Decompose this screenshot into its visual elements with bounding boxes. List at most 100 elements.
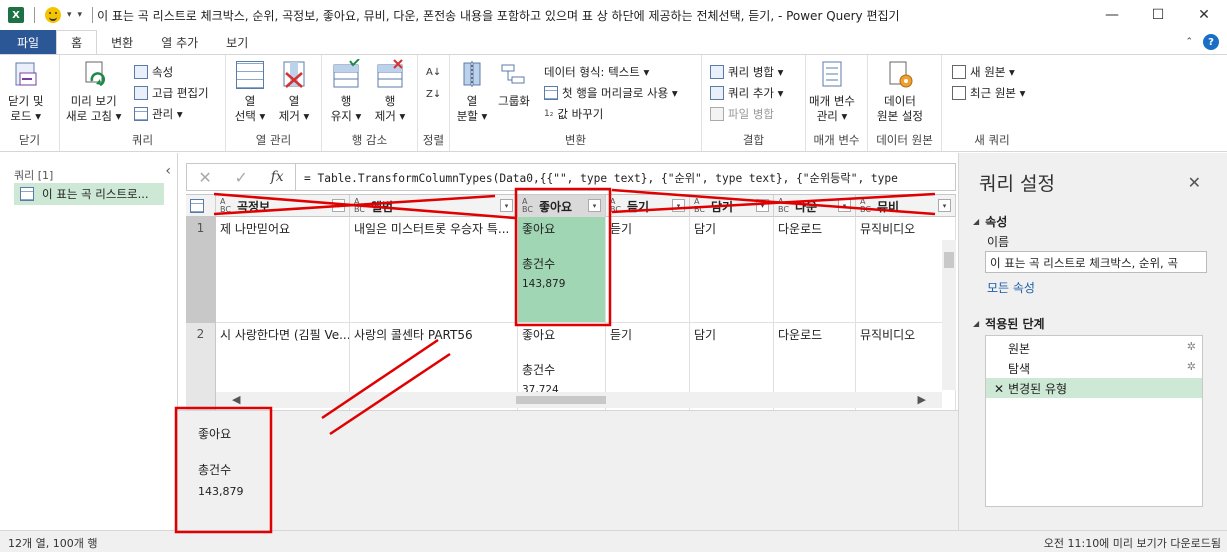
replace-values-icon: 1₂ [544,109,554,119]
gear-icon[interactable]: ✲ [1187,360,1196,373]
group-by-button[interactable]: 그룹화 [498,59,530,109]
vertical-scrollbar[interactable] [942,240,956,390]
manage-parameters-button[interactable]: 매개 변수 관리 ▾ [809,59,855,124]
customize-toolbar-icon[interactable]: ▾ [78,10,83,20]
query-name-field[interactable]: 이 표는 곡 리스트로 체크박스, 순위, 곡 [985,251,1207,273]
table-cell[interactable]: 뮤직비디오 [856,217,956,323]
filter-dropdown-icon[interactable]: ▾ [588,199,601,212]
column-header-download[interactable]: A BC 다운 ▾ [774,195,856,217]
filter-dropdown-icon[interactable]: ▾ [332,199,345,212]
chevron-down-icon[interactable]: ▾ [67,10,72,20]
table-cell[interactable]: 제 나만믿어요 [216,217,350,323]
collapse-ribbon-icon[interactable]: ⌃ [1185,37,1193,47]
manage-button[interactable]: 관리 ▾ [134,105,183,123]
gear-icon[interactable]: ✲ [1187,340,1196,353]
applied-steps-list: 원본 ✲ 탐색 ✲ ✕ 변경된 유형 [985,335,1203,507]
group-combine: 쿼리 병합 ▾ 쿼리 추가 ▾ 파일 병합 결합 [702,55,806,151]
column-header-listen[interactable]: A BC 듣기 ▾ [606,195,690,217]
tab-file[interactable]: 파일 [0,30,57,54]
applied-steps-section-header[interactable]: 적용된 단계 [973,315,1044,332]
keep-rows-label: 행 유지 ▾ [330,94,362,123]
table-cell[interactable]: 다운로드 [774,217,856,323]
row-number[interactable]: 2 [186,323,216,410]
scrollbar-thumb[interactable] [516,396,606,404]
scrollbar-thumb[interactable] [944,252,954,268]
step-item[interactable]: 탐색 ✲ [986,358,1202,378]
fx-icon[interactable]: fx [271,169,284,185]
table-cell-selected[interactable]: 좋아요 총건수 143,879 [518,217,606,323]
group-label-reduce-rows: 행 감소 [351,133,388,147]
column-header-song-info[interactable]: A BC 곡정보 ▾ [216,195,350,217]
filter-dropdown-icon[interactable]: ▾ [838,199,851,212]
sort-ascending-icon[interactable]: A↓ [426,63,441,81]
sort-descending-icon[interactable]: Z↓ [426,85,441,103]
group-transform: 열 분할 ▾ 그룹화 데이터 형식: 텍스트 ▾ 첫 행을 머리글로 사용 ▾ … [450,55,702,151]
close-and-load-button[interactable]: 닫기 및 로드 ▾ [8,59,43,124]
all-properties-link[interactable]: 모든 속성 [987,279,1035,296]
value-preview-pane: 좋아요 총건수 143,879 [178,410,958,530]
manage-parameters-label: 매개 변수 관리 ▾ [809,94,855,123]
use-first-row-button[interactable]: 첫 행을 머리글로 사용 ▾ [544,84,678,102]
filter-dropdown-icon[interactable]: ▾ [938,199,951,212]
minimize-button[interactable]: — [1089,0,1135,30]
column-header-mv[interactable]: A BC 뮤비 ▾ [856,195,956,217]
tab-transform[interactable]: 변환 [97,30,147,54]
group-new-query: 새 원본 ▾ 최근 원본 ▾ 새 쿼리 [942,55,1042,151]
properties-button[interactable]: 속성 [134,63,173,81]
filter-dropdown-icon[interactable]: ▾ [500,199,513,212]
split-column-button[interactable]: 열 분할 ▾ [456,59,488,124]
remove-columns-button[interactable]: 열 제거 ▾ [278,59,310,124]
delete-step-icon[interactable]: ✕ [994,382,1004,396]
group-by-label: 그룹화 [498,94,530,108]
scroll-right-icon[interactable]: ▶ [918,393,926,406]
horizontal-scrollbar[interactable]: ◀ ▶ [216,392,942,408]
tab-home[interactable]: 홈 [56,30,98,54]
formula-input[interactable]: = Table.TransformColumnTypes(Data0,{{"",… [296,163,956,191]
scroll-left-icon[interactable]: ◀ [232,393,240,406]
table-cell[interactable]: 담기 [690,217,774,323]
advanced-editor-button[interactable]: 고급 편집기 [134,84,209,102]
row-number[interactable]: 1 [186,217,216,323]
help-icon[interactable]: ? [1203,34,1219,50]
column-header-save[interactable]: A BC 담기 ▾ [690,195,774,217]
step-item-active[interactable]: ✕ 변경된 유형 [986,378,1202,398]
append-queries-button[interactable]: 쿼리 추가 ▾ [710,84,783,102]
new-source-button[interactable]: 새 원본 ▾ [952,63,1015,81]
cancel-formula-icon[interactable]: ✕ [198,168,211,187]
recent-sources-button[interactable]: 최근 원본 ▾ [952,84,1025,102]
column-header-like[interactable]: A BC 좋아요 ▾ [518,195,606,217]
close-icon[interactable]: ✕ [1188,173,1201,192]
query-item-label: 이 표는 곡 리스트로... [42,187,149,201]
group-label-query: 쿼리 [131,133,154,147]
data-source-settings-button[interactable]: 데이터 원본 설정 [877,59,923,124]
maximize-button[interactable]: ☐ [1135,0,1181,30]
column-header-album[interactable]: A BC 앨범 ▾ [350,195,518,217]
tab-add-column[interactable]: 열 추가 [147,30,212,54]
table-icon [190,199,204,213]
remove-rows-label: 행 제거 ▾ [374,94,406,123]
merge-queries-button[interactable]: 쿼리 병합 ▾ [710,63,783,81]
remove-rows-button[interactable]: 행 제거 ▾ [374,59,406,124]
table-cell[interactable]: 내일은 미스터트롯 우승자 특... [350,217,518,323]
collapse-pane-icon[interactable]: ‹ [165,163,171,179]
split-column-icon [456,59,488,91]
keep-rows-button[interactable]: 행 유지 ▾ [330,58,362,124]
table-menu-icon[interactable] [186,195,216,217]
remove-rows-icon [374,59,406,91]
refresh-preview-button[interactable]: 미리 보기 새로 고침 ▾ [66,59,121,124]
close-button[interactable]: ✕ [1181,0,1227,30]
table-cell[interactable]: 듣기 [606,217,690,323]
filter-dropdown-icon[interactable]: ▾ [756,199,769,212]
commit-formula-icon[interactable]: ✓ [234,168,247,187]
filter-dropdown-icon[interactable]: ▾ [672,199,685,212]
query-item[interactable]: 이 표는 곡 리스트로... [14,183,164,205]
properties-section-header[interactable]: 속성 [973,213,1007,230]
tab-view[interactable]: 보기 [212,30,262,54]
choose-columns-button[interactable]: 열 선택 ▾ [234,59,266,124]
step-item[interactable]: 원본 ✲ [986,338,1202,358]
feedback-smiley-icon[interactable] [45,7,61,23]
ribbon: 닫기 및 로드 ▾ 닫기 미리 보기 새로 고침 ▾ 속성 고급 편집기 관리 … [0,54,1227,152]
combine-files-button[interactable]: 파일 병합 [710,105,774,123]
data-type-button[interactable]: 데이터 형식: 텍스트 ▾ [544,63,649,81]
replace-values-button[interactable]: 1₂ 값 바꾸기 [544,105,603,123]
